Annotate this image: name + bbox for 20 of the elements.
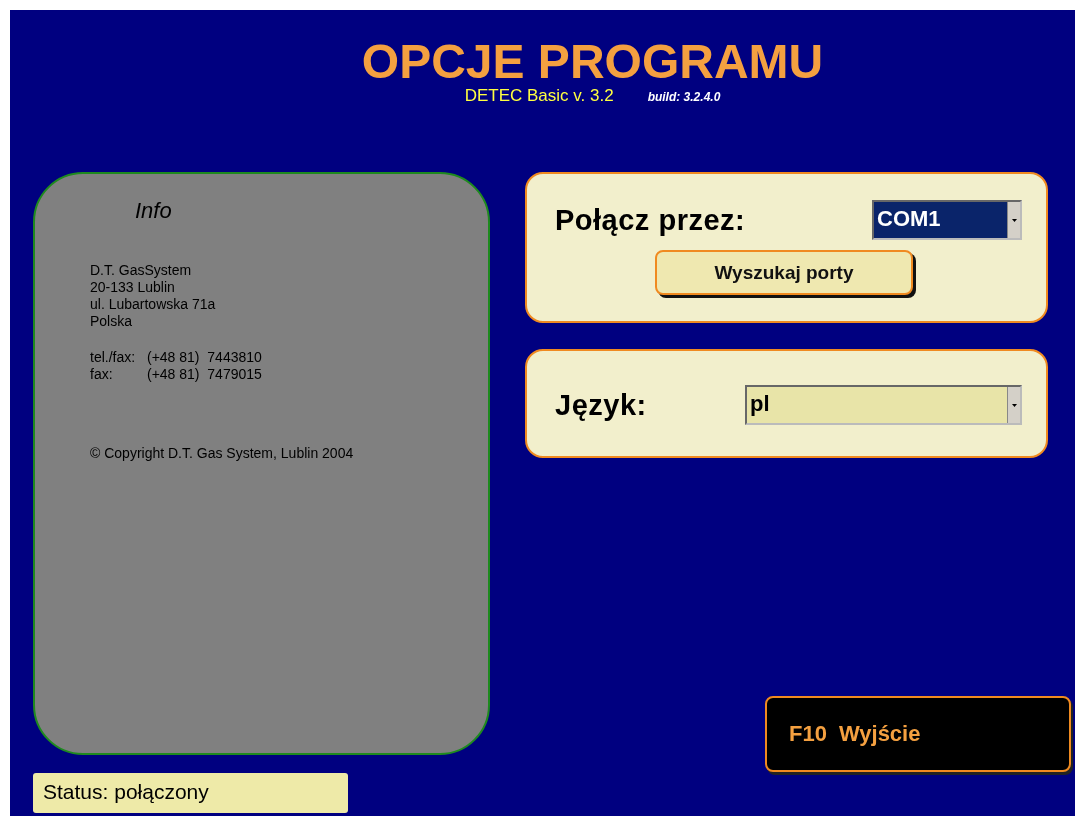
search-ports-button[interactable]: Wyszukaj porty — [655, 250, 913, 295]
field-label: Połącz przez: — [555, 203, 746, 237]
status-bar: Status: połączony — [33, 773, 348, 813]
phone-label: tel./fax: — [90, 349, 137, 366]
phone-number: (+48 81) 7479015 — [147, 366, 262, 383]
build-text: build: 3.2.4.0 — [647, 90, 721, 104]
version-text: DETEC Basic v. 3.2 — [464, 86, 614, 106]
exit-button[interactable]: F10 Wyjście — [765, 696, 1071, 772]
address-line: ul. Lubartowska 71a — [90, 296, 216, 313]
address-line: Polska — [90, 313, 133, 330]
address-line: D.T. GasSystem — [90, 262, 192, 279]
info-heading: Info — [135, 198, 173, 224]
address-line: 20-133 Lublin — [90, 279, 175, 296]
phone-label: fax: — [90, 366, 114, 383]
phone-number: (+48 81) 7443810 — [147, 349, 262, 366]
field-label: Język: — [555, 388, 647, 422]
dropdown[interactable]: pl — [745, 385, 1022, 425]
copyright-text: © Copyright D.T. Gas System, Lublin 2004 — [90, 445, 354, 461]
dropdown[interactable]: COM1 — [872, 200, 1022, 240]
page-title: OPCJE PROGRAMU — [361, 36, 824, 88]
